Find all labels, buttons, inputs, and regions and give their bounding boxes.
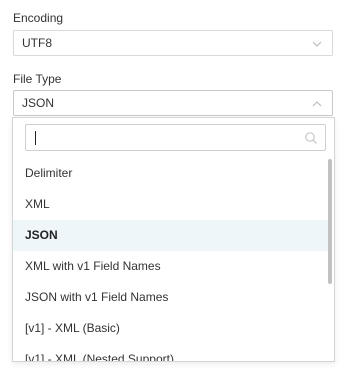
chevron-up-icon <box>312 101 322 107</box>
file-type-label: File Type <box>13 72 62 86</box>
option-v1-xml-nested-support[interactable]: [v1] - XML (Nested Support) <box>13 344 329 361</box>
option-delimiter[interactable]: Delimiter <box>13 158 329 189</box>
file-type-selected-value: JSON <box>22 96 55 110</box>
encoding-selected-value: UTF8 <box>22 36 52 50</box>
option-json[interactable]: JSON <box>13 220 329 251</box>
file-type-select[interactable]: JSON <box>13 90 333 116</box>
encoding-select[interactable]: UTF8 <box>13 30 333 56</box>
option-xml-v1-field-names[interactable]: XML with v1 Field Names <box>13 251 329 282</box>
text-cursor <box>35 131 36 145</box>
option-v1-xml-basic[interactable]: [v1] - XML (Basic) <box>13 313 329 344</box>
option-xml[interactable]: XML <box>13 189 329 220</box>
chevron-down-icon <box>312 41 322 47</box>
encoding-label: Encoding <box>13 11 64 25</box>
dropdown-scrollbar[interactable] <box>328 159 332 284</box>
dropdown-search-input[interactable] <box>32 128 292 147</box>
option-json-v1-field-names[interactable]: JSON with v1 Field Names <box>13 282 329 313</box>
file-type-options-list: Delimiter XML JSON XML with v1 Field Nam… <box>13 158 329 361</box>
dropdown-search-box[interactable] <box>25 124 326 151</box>
file-type-dropdown: Delimiter XML JSON XML with v1 Field Nam… <box>12 117 335 362</box>
search-icon <box>305 132 317 144</box>
